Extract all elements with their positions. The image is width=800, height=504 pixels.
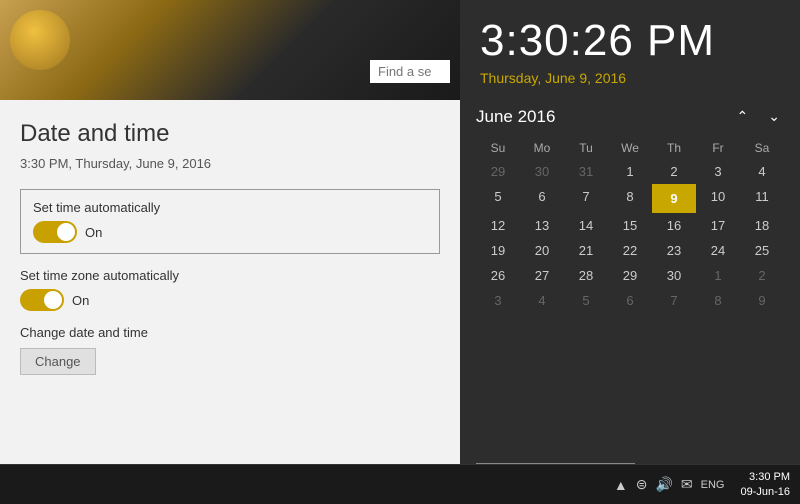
set-time-auto-value: On xyxy=(85,225,102,240)
cal-day-header: Th xyxy=(652,137,696,159)
set-timezone-auto-toggle[interactable] xyxy=(20,289,64,311)
change-datetime-label: Change date and time xyxy=(20,325,440,340)
cal-day-cell[interactable]: 7 xyxy=(652,288,696,313)
settings-content: Date and time 3:30 PM, Thursday, June 9,… xyxy=(0,100,460,504)
cal-day-cell[interactable]: 9 xyxy=(740,288,784,313)
cal-day-cell[interactable]: 9 xyxy=(652,184,696,213)
message-icon: ✉ xyxy=(681,476,693,493)
right-panel: 3:30:26 PM Thursday, June 9, 2016 June 2… xyxy=(460,0,800,504)
cal-day-cell[interactable]: 30 xyxy=(520,159,564,184)
date-display: Thursday, June 9, 2016 xyxy=(460,70,800,98)
cal-day-header: We xyxy=(608,137,652,159)
set-time-auto-label: Set time automatically xyxy=(33,200,427,215)
language-label: ENG xyxy=(701,479,725,491)
set-time-auto-block: Set time automatically On xyxy=(20,189,440,254)
cal-day-cell[interactable]: 29 xyxy=(608,263,652,288)
set-time-auto-toggle-row: On xyxy=(33,221,427,243)
clock-display: 3:30:26 PM xyxy=(460,0,800,70)
cal-day-cell[interactable]: 2 xyxy=(652,159,696,184)
cal-day-cell[interactable]: 27 xyxy=(520,263,564,288)
cal-day-cell[interactable]: 17 xyxy=(696,213,740,238)
search-bar-area xyxy=(370,60,450,83)
cal-day-header: Tu xyxy=(564,137,608,159)
cal-day-cell[interactable]: 6 xyxy=(608,288,652,313)
taskbar-time: 3:30 PM 09-Jun-16 xyxy=(740,470,790,499)
taskbar-date: 09-Jun-16 xyxy=(740,485,790,499)
top-image xyxy=(0,0,460,100)
search-input[interactable] xyxy=(370,60,450,83)
cal-day-header: Su xyxy=(476,137,520,159)
taskbar-icons: ▲ ⊜ 🔊 ✉ ENG 3:30 PM 09-Jun-16 xyxy=(614,470,790,499)
cal-day-header: Fr xyxy=(696,137,740,159)
cal-day-cell[interactable]: 24 xyxy=(696,238,740,263)
cal-day-cell[interactable]: 6 xyxy=(520,184,564,213)
month-year: June 2016 xyxy=(476,107,555,127)
cal-day-cell[interactable]: 1 xyxy=(608,159,652,184)
taskbar: ▲ ⊜ 🔊 ✉ ENG 3:30 PM 09-Jun-16 xyxy=(0,464,800,504)
calendar-container: June 2016 ⌃ ⌄ SuMoTuWeThFrSa293031123456… xyxy=(460,98,800,455)
nav-arrows: ⌃ ⌄ xyxy=(733,106,784,127)
current-datetime: 3:30 PM, Thursday, June 9, 2016 xyxy=(20,156,440,171)
cal-day-cell[interactable]: 30 xyxy=(652,263,696,288)
prev-month-arrow[interactable]: ⌃ xyxy=(733,106,753,127)
cal-day-cell[interactable]: 28 xyxy=(564,263,608,288)
cal-day-cell[interactable]: 3 xyxy=(696,159,740,184)
next-month-arrow[interactable]: ⌄ xyxy=(764,106,784,127)
cal-day-cell[interactable]: 2 xyxy=(740,263,784,288)
cal-day-cell[interactable]: 1 xyxy=(696,263,740,288)
volume-icon: 🔊 xyxy=(655,476,672,493)
calendar-header: June 2016 ⌃ ⌄ xyxy=(476,106,784,127)
cal-day-cell[interactable]: 22 xyxy=(608,238,652,263)
cal-day-cell[interactable]: 14 xyxy=(564,213,608,238)
cal-day-cell[interactable]: 25 xyxy=(740,238,784,263)
cal-day-cell[interactable]: 18 xyxy=(740,213,784,238)
wifi-icon: ⊜ xyxy=(636,476,648,493)
page-title: Date and time xyxy=(20,120,440,148)
cal-day-cell[interactable]: 15 xyxy=(608,213,652,238)
cal-day-cell[interactable]: 23 xyxy=(652,238,696,263)
cal-day-header: Mo xyxy=(520,137,564,159)
cal-day-cell[interactable]: 29 xyxy=(476,159,520,184)
cal-day-header: Sa xyxy=(740,137,784,159)
cal-day-cell[interactable]: 7 xyxy=(564,184,608,213)
cal-day-cell[interactable]: 10 xyxy=(696,184,740,213)
set-timezone-auto-label: Set time zone automatically xyxy=(20,268,440,283)
cal-day-cell[interactable]: 5 xyxy=(564,288,608,313)
change-datetime-block: Change date and time Change xyxy=(20,325,440,375)
cal-day-cell[interactable]: 31 xyxy=(564,159,608,184)
cal-day-cell[interactable]: 12 xyxy=(476,213,520,238)
cal-day-cell[interactable]: 4 xyxy=(740,159,784,184)
cal-day-cell[interactable]: 3 xyxy=(476,288,520,313)
taskbar-clock: 3:30 PM xyxy=(740,470,790,484)
cal-day-cell[interactable]: 5 xyxy=(476,184,520,213)
left-panel: Date and time 3:30 PM, Thursday, June 9,… xyxy=(0,0,460,504)
cal-day-cell[interactable]: 16 xyxy=(652,213,696,238)
set-timezone-auto-toggle-row: On xyxy=(20,289,440,311)
calendar-grid: SuMoTuWeThFrSa29303112345678910111213141… xyxy=(476,137,784,313)
set-timezone-auto-block: Set time zone automatically On xyxy=(20,268,440,311)
cal-day-cell[interactable]: 11 xyxy=(740,184,784,213)
cal-day-cell[interactable]: 8 xyxy=(608,184,652,213)
cal-day-cell[interactable]: 19 xyxy=(476,238,520,263)
cal-day-cell[interactable]: 21 xyxy=(564,238,608,263)
cal-day-cell[interactable]: 13 xyxy=(520,213,564,238)
cal-day-cell[interactable]: 4 xyxy=(520,288,564,313)
network-icon: ▲ xyxy=(614,477,628,493)
change-button[interactable]: Change xyxy=(20,348,96,375)
cal-day-cell[interactable]: 26 xyxy=(476,263,520,288)
cal-day-cell[interactable]: 20 xyxy=(520,238,564,263)
set-timezone-auto-value: On xyxy=(72,293,89,308)
set-time-auto-toggle[interactable] xyxy=(33,221,77,243)
cal-day-cell[interactable]: 8 xyxy=(696,288,740,313)
